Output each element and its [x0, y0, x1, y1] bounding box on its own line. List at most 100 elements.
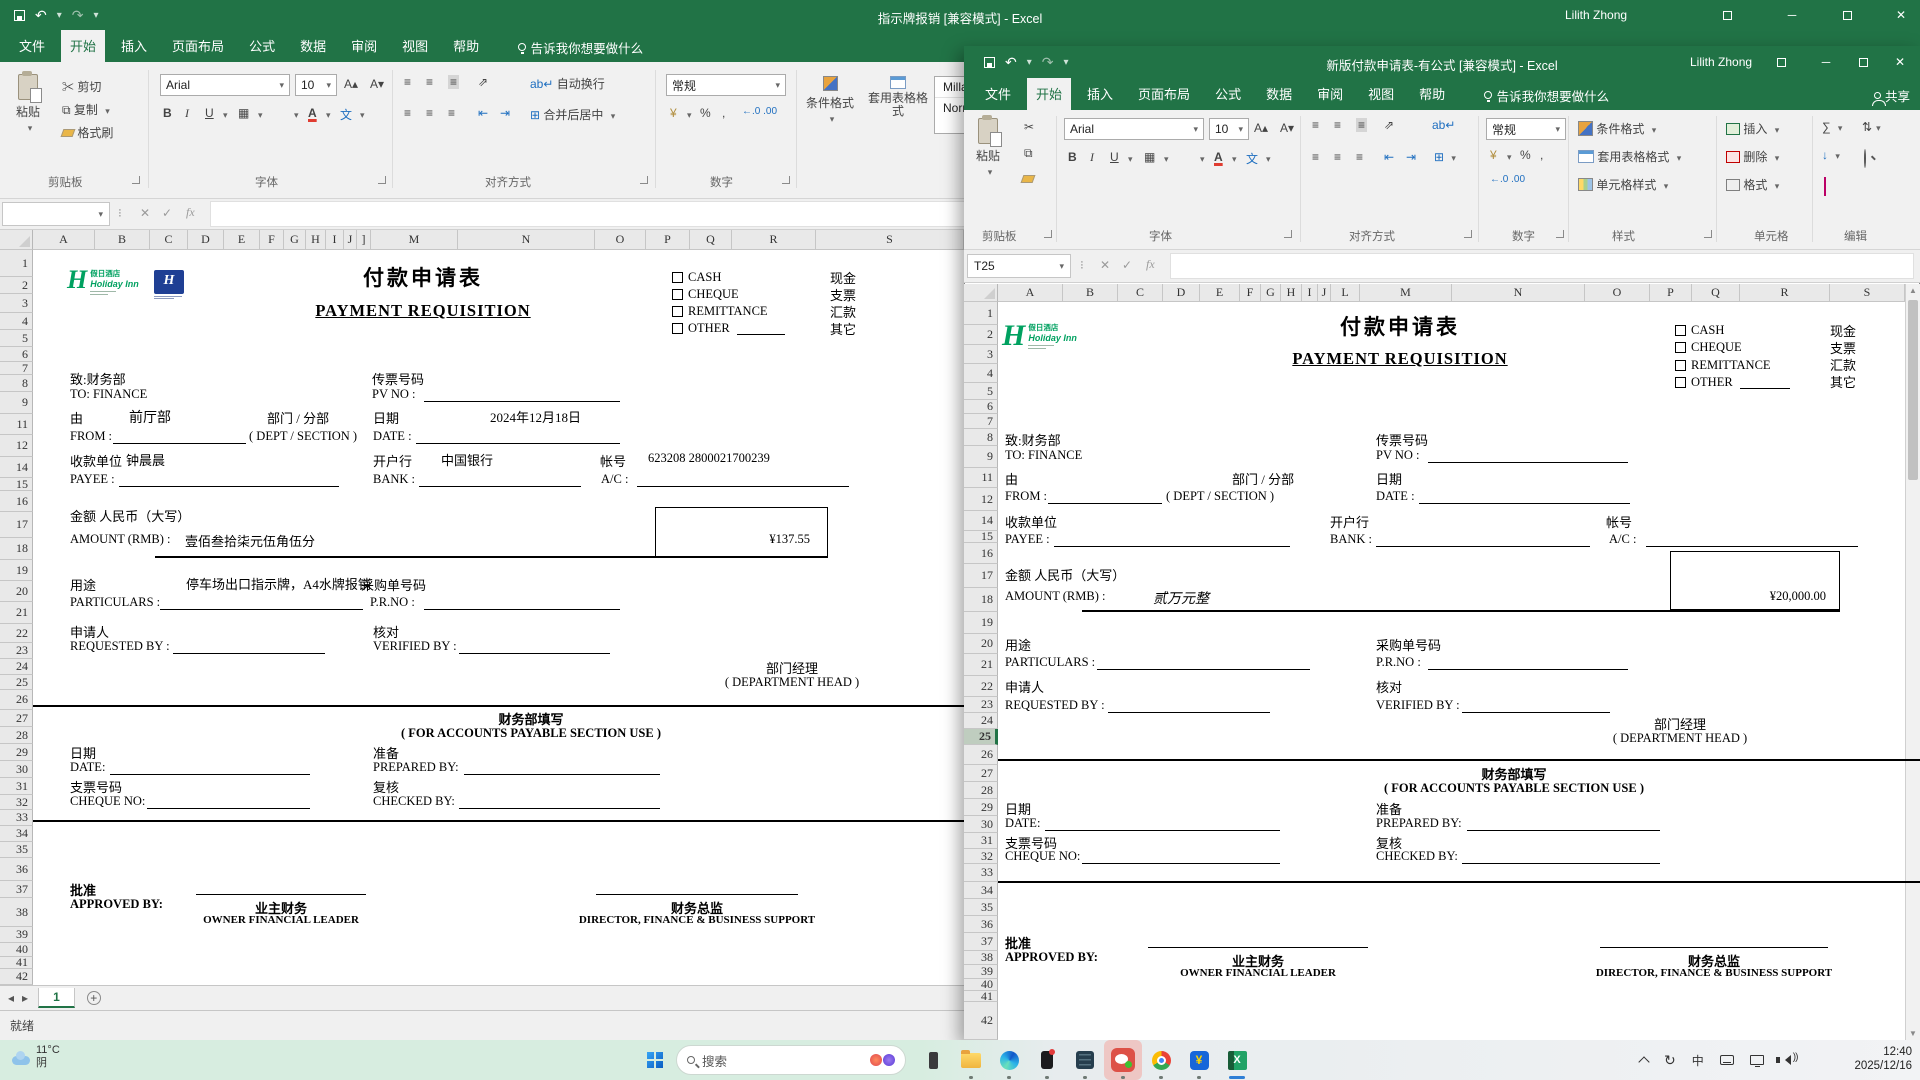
account-name[interactable]: Lilith Zhong	[1565, 8, 1627, 22]
restore-button[interactable]	[1830, 9, 1864, 23]
select-all-corner[interactable]	[0, 230, 33, 250]
row-header-24[interactable]: 24	[0, 659, 33, 675]
row-header-16[interactable]: 16	[0, 491, 33, 512]
row-header-9[interactable]: 9	[0, 392, 33, 414]
column-header-Q[interactable]: Q	[690, 230, 732, 250]
number-format-combo[interactable]: 常规▾	[666, 74, 786, 96]
sheet-prev-icon[interactable]: ◂	[8, 991, 14, 1005]
column-header-G[interactable]: G	[284, 230, 306, 250]
excel-taskbar-button[interactable]: X	[1218, 1040, 1256, 1080]
tray-expand-icon[interactable]	[1638, 1056, 1649, 1067]
accounting-dropdown-icon[interactable]: ▾	[687, 110, 692, 121]
row-header-35[interactable]: 35	[0, 842, 33, 858]
format-painter-button[interactable]: 格式刷	[62, 124, 113, 141]
ribbon-tab-数据[interactable]: 数据	[291, 30, 335, 62]
row-header-36[interactable]: 36	[0, 858, 33, 881]
row-header-28[interactable]: 28	[0, 727, 33, 744]
wechat-taskbar-button[interactable]	[1104, 1040, 1142, 1080]
decrease-indent-icon[interactable]: ⇤	[478, 106, 488, 120]
column-header-][interactable]: ]	[357, 230, 371, 250]
undo-icon[interactable]: ↶	[35, 7, 47, 24]
row-header-15[interactable]: 15	[0, 478, 33, 491]
column-header-B[interactable]: B	[95, 230, 150, 250]
row-header-11[interactable]: 11	[0, 414, 33, 435]
align-right-icon[interactable]: ≡	[448, 106, 455, 120]
font-color-dropdown-icon[interactable]: ▾	[326, 110, 331, 121]
wrap-text-button[interactable]: ab↵ 自动换行	[530, 75, 605, 92]
ribbon-tab-视图[interactable]: 视图	[393, 30, 437, 62]
underline-dropdown-icon[interactable]: ▾	[223, 110, 228, 121]
ribbon-tab-页面布局[interactable]: 页面布局	[163, 30, 233, 62]
checkbox-other[interactable]	[672, 323, 683, 334]
italic-button[interactable]: I	[185, 106, 189, 121]
row-header-7[interactable]: 7	[0, 362, 33, 375]
sync-icon[interactable]: ↻	[1664, 1052, 1676, 1069]
grow-font-icon[interactable]: A▴	[344, 77, 358, 91]
tell-me-box[interactable]: 告诉我你想要做什么	[518, 38, 644, 57]
column-header-N[interactable]: N	[458, 230, 595, 250]
row-header-12[interactable]: 12	[0, 435, 33, 457]
cell-style-gallery[interactable]: Millares [0]_I... Normal_Pay...	[934, 76, 1054, 134]
row-header-32[interactable]: 32	[0, 795, 33, 810]
finance-app-taskbar-button[interactable]: ¥	[1180, 1040, 1218, 1080]
orientation-icon[interactable]: ⇗	[478, 75, 488, 89]
weather-widget[interactable]: 11°C阴	[12, 1044, 60, 1070]
cast-icon[interactable]	[1750, 1055, 1764, 1065]
row-header-19[interactable]: 19	[0, 560, 33, 581]
copy-button[interactable]: ⧉ 复制 ▾	[62, 101, 110, 118]
cancel-icon[interactable]: ✕	[140, 206, 150, 220]
increase-decimal-icon[interactable]: ←.0 .00	[742, 106, 777, 117]
column-header-E[interactable]: E	[224, 230, 260, 250]
explorer-taskbar-button[interactable]	[952, 1040, 990, 1080]
row-header-30[interactable]: 30	[0, 761, 33, 778]
row-header-37[interactable]: 37	[0, 881, 33, 898]
merge-center-button[interactable]: ⊞ 合并后居中 ▾	[530, 106, 615, 123]
checkbox-cash[interactable]	[672, 272, 683, 283]
sheet-tab-1[interactable]: 1	[38, 988, 75, 1008]
row-header-2[interactable]: 2	[0, 277, 33, 294]
redo-icon[interactable]: ↷	[72, 7, 84, 24]
font-name-combo[interactable]: Arial▾	[160, 74, 290, 96]
new-sheet-icon[interactable]: +	[87, 991, 101, 1005]
checkbox-cheque[interactable]	[672, 289, 683, 300]
row-header-39[interactable]: 39	[0, 927, 33, 943]
row-header-20[interactable]: 20	[0, 581, 33, 602]
phonetic-icon[interactable]: 文	[340, 106, 352, 123]
column-header-I[interactable]: I	[326, 230, 344, 250]
row-header-29[interactable]: 29	[0, 744, 33, 761]
start-button[interactable]	[642, 1040, 668, 1080]
phone-taskbar-button[interactable]	[1028, 1040, 1066, 1080]
row-header-8[interactable]: 8	[0, 375, 33, 392]
percent-style-icon[interactable]: %	[700, 106, 711, 120]
column-header-A[interactable]: A	[33, 230, 95, 250]
alignment-launcher-icon[interactable]	[640, 176, 648, 184]
align-top-icon[interactable]: ≡	[404, 75, 411, 89]
column-header-S[interactable]: S	[816, 230, 964, 250]
row-header-1[interactable]: 1	[0, 250, 33, 277]
ime-keyboard-icon[interactable]	[1720, 1055, 1734, 1065]
row-header-17[interactable]: 17	[0, 512, 33, 538]
borders-icon[interactable]: ▦	[238, 106, 249, 120]
column-header-H[interactable]: H	[306, 230, 326, 250]
shrink-font-icon[interactable]: A▾	[370, 77, 384, 91]
clipboard-launcher-icon[interactable]	[132, 176, 140, 184]
close-button[interactable]: ✕	[1884, 8, 1918, 22]
paste-button[interactable]: 粘贴▾	[16, 74, 40, 134]
comma-style-icon[interactable]: ,	[722, 106, 725, 120]
column-header-D[interactable]: D	[188, 230, 224, 250]
underline-button[interactable]: U	[205, 106, 214, 120]
insert-function-icon[interactable]: fx	[186, 205, 195, 220]
align-middle-icon[interactable]: ≡	[426, 75, 433, 89]
enter-icon[interactable]: ✓	[162, 206, 172, 220]
column-header-O[interactable]: O	[595, 230, 646, 250]
formula-input[interactable]	[210, 201, 1916, 227]
row-header-26[interactable]: 26	[0, 690, 33, 710]
number-launcher-icon[interactable]	[782, 176, 790, 184]
row-header-21[interactable]: 21	[0, 602, 33, 624]
fill-dropdown-icon[interactable]: ▾	[294, 110, 299, 121]
column-header-R[interactable]: R	[732, 230, 816, 250]
row-header-42[interactable]: 42	[0, 969, 33, 985]
dark-device-taskbar-button[interactable]	[914, 1040, 952, 1080]
column-header-J[interactable]: J	[344, 230, 357, 250]
row-header-4[interactable]: 4	[0, 313, 33, 330]
